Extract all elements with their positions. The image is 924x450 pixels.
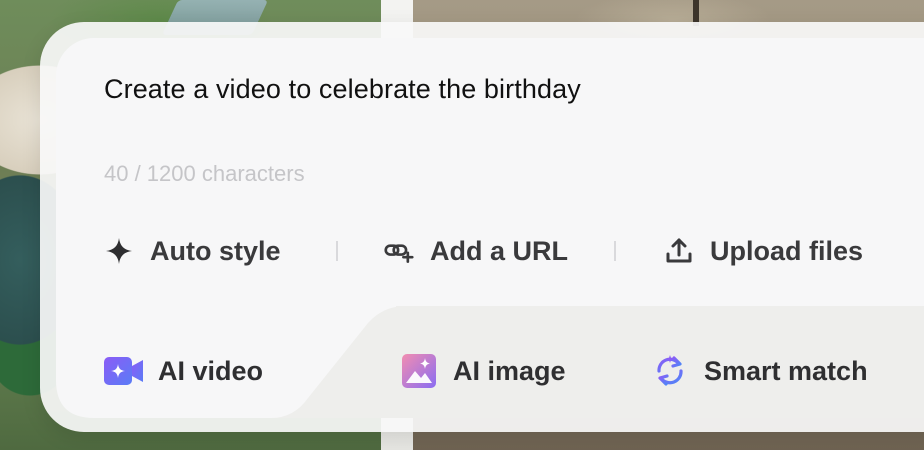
character-count: 40 / 1200 characters xyxy=(104,161,305,186)
auto-style-label: Auto style xyxy=(150,235,281,266)
tab-ai-video-label: AI video xyxy=(158,355,264,386)
image-icon xyxy=(399,354,439,388)
tab-smart-match[interactable]: Smart match xyxy=(650,352,868,390)
sparkle-icon xyxy=(104,236,134,266)
tool-divider xyxy=(614,241,616,261)
link-add-icon xyxy=(384,236,414,266)
upload-files-button[interactable]: Upload files xyxy=(664,233,863,269)
tab-smart-match-label: Smart match xyxy=(704,355,868,386)
tab-ai-image-label: AI image xyxy=(453,355,566,386)
tab-ai-image[interactable]: AI image xyxy=(399,352,566,390)
auto-style-button[interactable]: Auto style xyxy=(104,233,281,269)
prompt-input[interactable]: Create a video to celebrate the birthday xyxy=(104,74,581,105)
refresh-cycle-icon xyxy=(650,354,690,388)
tool-divider xyxy=(336,241,338,261)
add-url-button[interactable]: Add a URL xyxy=(384,233,568,269)
add-url-label: Add a URL xyxy=(430,235,568,266)
upload-icon xyxy=(664,236,694,266)
upload-files-label: Upload files xyxy=(710,235,864,266)
video-sparkle-icon xyxy=(104,354,144,388)
tab-ai-video[interactable]: AI video xyxy=(104,352,263,390)
